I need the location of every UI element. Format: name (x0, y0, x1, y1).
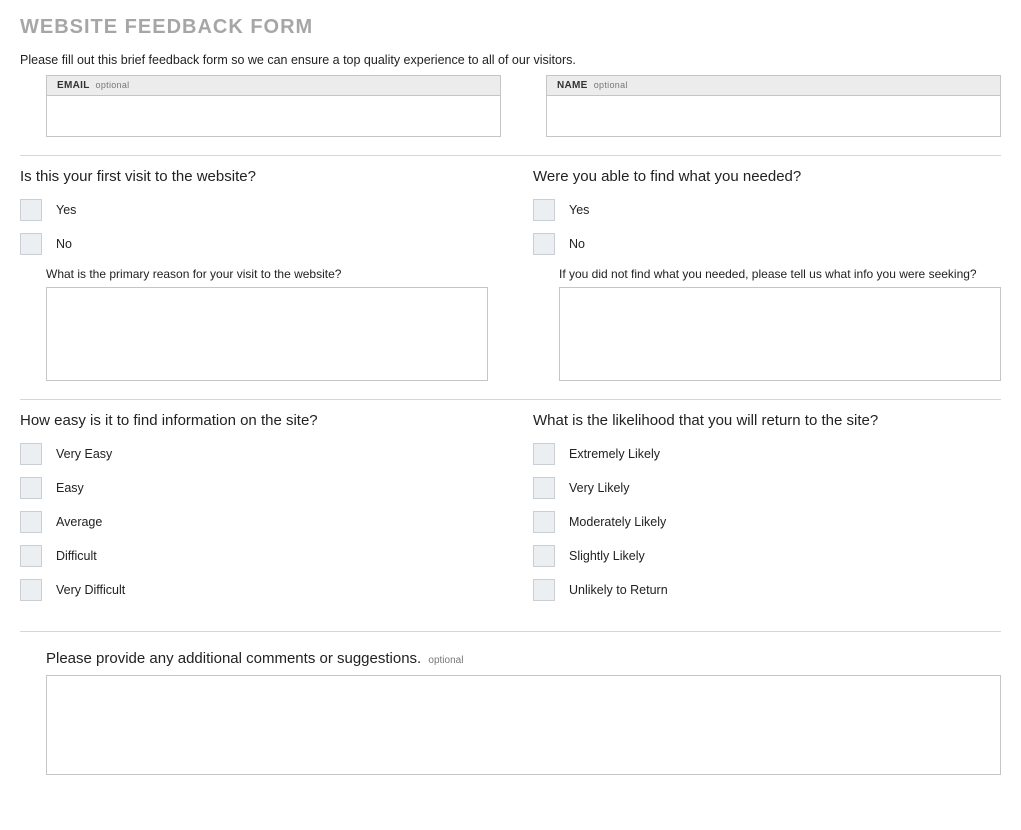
ease-very-difficult-row: Very Difficult (20, 579, 488, 601)
comments-optional: optional (428, 655, 463, 666)
ease-average-checkbox[interactable] (20, 511, 42, 533)
ease-very-difficult-label: Very Difficult (56, 583, 125, 597)
name-input[interactable] (547, 96, 1000, 136)
find-needed-no-checkbox[interactable] (533, 233, 555, 255)
page-title: WEBSITE FEEDBACK FORM (20, 16, 1001, 39)
ease-question: How easy is it to find information on th… (20, 412, 488, 429)
return-slightly-checkbox[interactable] (533, 545, 555, 567)
not-found-box (559, 287, 1001, 381)
ease-very-easy-row: Very Easy (20, 443, 488, 465)
return-unlikely-checkbox[interactable] (533, 579, 555, 601)
not-found-textarea[interactable] (560, 288, 1000, 380)
divider (20, 155, 1001, 156)
primary-reason-question: What is the primary reason for your visi… (46, 267, 488, 281)
return-very-row: Very Likely (533, 477, 1001, 499)
ease-easy-label: Easy (56, 481, 84, 495)
return-moderately-checkbox[interactable] (533, 511, 555, 533)
email-label-header: EMAIL optional (47, 76, 500, 96)
comments-box (46, 675, 1001, 775)
ease-difficult-label: Difficult (56, 549, 97, 563)
name-label-header: NAME optional (547, 76, 1000, 96)
comments-textarea[interactable] (47, 676, 1000, 774)
email-field-box: EMAIL optional (46, 75, 501, 137)
divider (20, 631, 1001, 632)
find-needed-yes-label: Yes (569, 203, 589, 217)
return-slightly-row: Slightly Likely (533, 545, 1001, 567)
return-very-label: Very Likely (569, 481, 629, 495)
first-visit-no-checkbox[interactable] (20, 233, 42, 255)
return-unlikely-row: Unlikely to Return (533, 579, 1001, 601)
ease-very-easy-label: Very Easy (56, 447, 112, 461)
primary-reason-textarea[interactable] (47, 288, 487, 380)
return-unlikely-label: Unlikely to Return (569, 583, 668, 597)
return-extremely-label: Extremely Likely (569, 447, 660, 461)
return-slightly-label: Slightly Likely (569, 549, 645, 563)
email-input[interactable] (47, 96, 500, 136)
ease-average-label: Average (56, 515, 102, 529)
find-needed-no-row: No (533, 233, 1001, 255)
intro-text: Please fill out this brief feedback form… (20, 53, 1001, 67)
return-question: What is the likelihood that you will ret… (533, 412, 1001, 429)
return-moderately-label: Moderately Likely (569, 515, 666, 529)
find-needed-yes-row: Yes (533, 199, 1001, 221)
first-visit-yes-checkbox[interactable] (20, 199, 42, 221)
ease-easy-checkbox[interactable] (20, 477, 42, 499)
first-visit-yes-label: Yes (56, 203, 76, 217)
primary-reason-box (46, 287, 488, 381)
first-visit-no-row: No (20, 233, 488, 255)
return-extremely-checkbox[interactable] (533, 443, 555, 465)
name-field-box: NAME optional (546, 75, 1001, 137)
return-extremely-row: Extremely Likely (533, 443, 1001, 465)
first-visit-question: Is this your first visit to the website? (20, 168, 488, 185)
ease-average-row: Average (20, 511, 488, 533)
comments-label-row: Please provide any additional comments o… (46, 650, 1001, 667)
name-label: NAME (557, 80, 588, 91)
not-found-question: If you did not find what you needed, ple… (559, 267, 1001, 281)
ease-easy-row: Easy (20, 477, 488, 499)
find-needed-question: Were you able to find what you needed? (533, 168, 1001, 185)
find-needed-yes-checkbox[interactable] (533, 199, 555, 221)
first-visit-no-label: No (56, 237, 72, 251)
ease-very-difficult-checkbox[interactable] (20, 579, 42, 601)
comments-label: Please provide any additional comments o… (46, 650, 421, 667)
ease-difficult-checkbox[interactable] (20, 545, 42, 567)
ease-very-easy-checkbox[interactable] (20, 443, 42, 465)
name-optional: optional (594, 80, 628, 90)
find-needed-no-label: No (569, 237, 585, 251)
email-label: EMAIL (57, 80, 89, 91)
email-optional: optional (96, 80, 130, 90)
return-very-checkbox[interactable] (533, 477, 555, 499)
first-visit-yes-row: Yes (20, 199, 488, 221)
return-moderately-row: Moderately Likely (533, 511, 1001, 533)
divider (20, 399, 1001, 400)
ease-difficult-row: Difficult (20, 545, 488, 567)
